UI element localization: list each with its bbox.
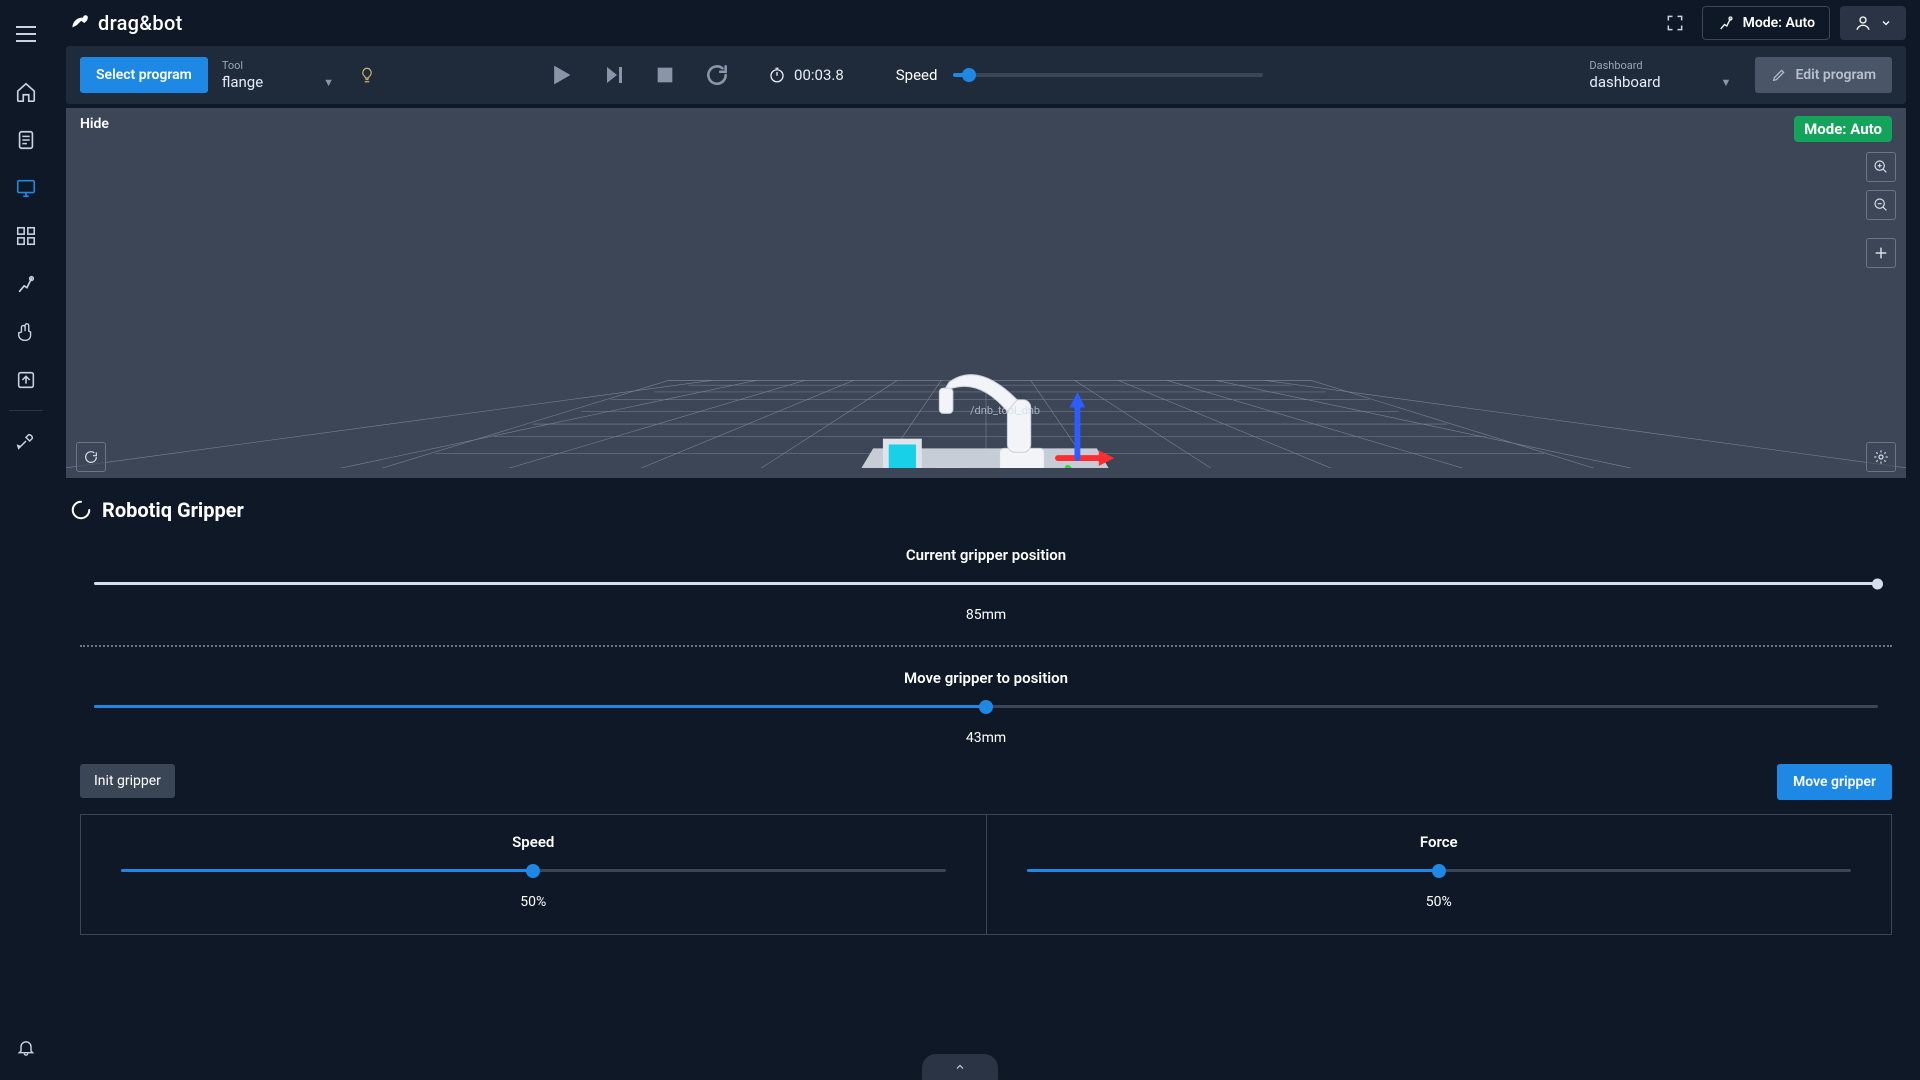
nav-save[interactable] [0, 356, 52, 404]
mode-button[interactable]: Mode: Auto [1702, 6, 1830, 40]
init-gripper-button[interactable]: Init gripper [80, 764, 175, 798]
gripper-force-value: 50% [1027, 894, 1852, 910]
refresh-view-button[interactable] [76, 442, 106, 472]
nav-viewer[interactable] [0, 164, 52, 212]
fullscreen-icon[interactable] [1658, 6, 1692, 40]
panel-title-text: Robotiq Gripper [102, 498, 244, 522]
stopwatch-icon [768, 66, 786, 84]
bottom-drawer-handle[interactable] [922, 1054, 998, 1080]
gripper-speed-col: Speed 50% [81, 815, 986, 934]
current-position-label: Current gripper position [66, 546, 1906, 564]
3d-viewport[interactable]: /dnb_tool_dnb Hide Mode: Auto [66, 108, 1906, 478]
tool-select[interactable]: Tool flange ▼ [222, 59, 340, 91]
robot-mode-icon [1717, 14, 1735, 32]
nav-tools[interactable] [0, 417, 52, 465]
app-bar: drag&bot Mode: Auto [52, 0, 1920, 46]
divider [80, 645, 1892, 647]
speed-force-grid: Speed 50% Force 50% [80, 814, 1892, 935]
move-position-slider[interactable] [94, 705, 1878, 708]
app-name: drag&bot [98, 11, 183, 35]
mode-label: Mode: Auto [1743, 15, 1815, 31]
move-position-value: 43mm [66, 730, 1906, 746]
move-position-label: Move gripper to position [66, 669, 1906, 687]
logo-icon [66, 10, 92, 36]
nav-robot[interactable] [0, 260, 52, 308]
gripper-speed-slider[interactable] [121, 869, 946, 872]
mode-badge: Mode: Auto [1794, 116, 1892, 142]
timer-display: 00:03.8 [768, 66, 844, 84]
main-area: drag&bot Mode: Auto Select program Tool … [52, 0, 1920, 1080]
add-object-button[interactable] [1866, 238, 1896, 268]
chevron-down-icon: ▼ [1721, 76, 1732, 89]
nav-blocks[interactable] [0, 212, 52, 260]
left-nav-rail [0, 0, 52, 1080]
tool-select-value: flange [222, 73, 263, 91]
user-icon [1854, 14, 1872, 32]
dashboard-select-value: dashboard [1589, 73, 1660, 91]
play-button[interactable] [546, 61, 574, 89]
gripper-icon [70, 499, 92, 521]
speed-label: Speed [896, 66, 938, 84]
move-gripper-button[interactable]: Move gripper [1777, 764, 1892, 800]
current-position-value: 85mm [66, 607, 1906, 623]
chevron-up-icon [951, 1061, 969, 1073]
gripper-force-slider[interactable] [1027, 869, 1852, 872]
zoom-out-button[interactable] [1866, 190, 1896, 220]
user-menu[interactable] [1840, 6, 1906, 40]
gripper-force-col: Force 50% [986, 815, 1892, 934]
stop-button[interactable] [654, 64, 676, 86]
chevron-down-icon [1880, 17, 1892, 29]
nav-hand[interactable] [0, 308, 52, 356]
menu-icon[interactable] [0, 10, 52, 58]
scene-label: /dnb_tool_dnb [970, 404, 1040, 417]
app-logo: drag&bot [66, 10, 183, 36]
view-settings-button[interactable] [1866, 442, 1896, 472]
tool-select-label: Tool [222, 59, 340, 72]
edit-program-button: Edit program [1755, 57, 1892, 93]
zoom-in-button[interactable] [1866, 152, 1896, 182]
reset-button[interactable] [704, 62, 730, 88]
current-position-slider [94, 582, 1878, 585]
step-button[interactable] [602, 63, 626, 87]
pencil-icon [1771, 67, 1787, 83]
select-program-button[interactable]: Select program [80, 57, 208, 93]
chevron-down-icon: ▼ [323, 76, 334, 89]
timer-value: 00:03.8 [794, 66, 844, 84]
program-toolbar: Select program Tool flange ▼ 00:03.8 Spe… [66, 46, 1906, 104]
dashboard-select[interactable]: Dashboard dashboard ▼ [1589, 59, 1737, 91]
program-speed-slider[interactable]: Speed [896, 66, 1264, 84]
gripper-speed-label: Speed [121, 833, 946, 851]
gripper-panel: Robotiq Gripper Current gripper position… [66, 490, 1906, 935]
gripper-speed-value: 50% [121, 894, 946, 910]
nav-program[interactable] [0, 116, 52, 164]
gripper-force-label: Force [1027, 833, 1852, 851]
dashboard-select-label: Dashboard [1589, 59, 1737, 72]
nav-home[interactable] [0, 68, 52, 116]
nav-notifications[interactable] [0, 1022, 52, 1070]
transport-controls: 00:03.8 Speed [546, 61, 1263, 89]
hint-icon[interactable] [358, 66, 376, 84]
hide-viewport-button[interactable]: Hide [80, 116, 109, 132]
